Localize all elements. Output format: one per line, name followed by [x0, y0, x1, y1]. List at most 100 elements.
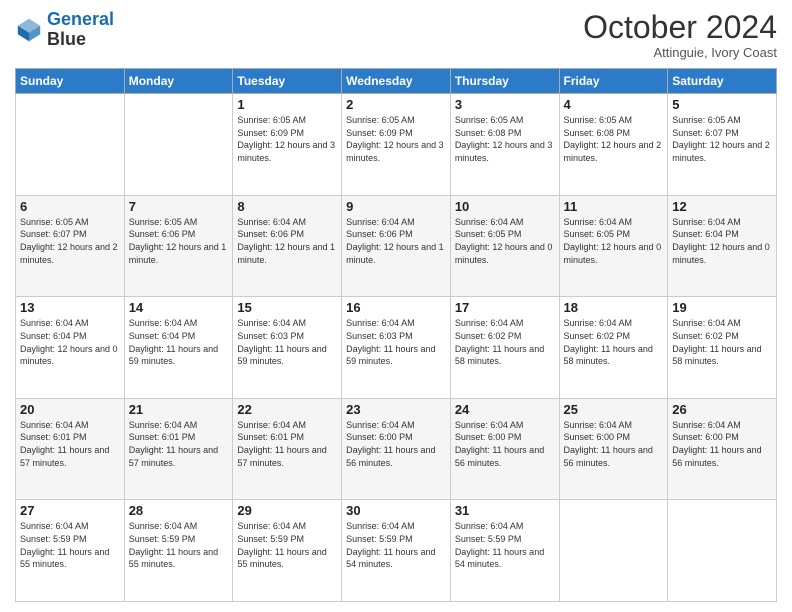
day-info: Sunrise: 6:05 AM Sunset: 6:08 PM Dayligh… — [564, 114, 664, 164]
day-info: Sunrise: 6:04 AM Sunset: 6:06 PM Dayligh… — [237, 216, 337, 266]
page: General Blue October 2024 Attinguie, Ivo… — [0, 0, 792, 612]
day-number: 18 — [564, 300, 664, 315]
day-info: Sunrise: 6:04 AM Sunset: 6:02 PM Dayligh… — [564, 317, 664, 367]
calendar-cell-w1-d4: 2 Sunrise: 6:05 AM Sunset: 6:09 PM Daylig… — [342, 94, 451, 196]
day-info: Sunrise: 6:04 AM Sunset: 5:59 PM Dayligh… — [237, 520, 337, 570]
day-number: 12 — [672, 199, 772, 214]
logo-icon — [15, 16, 43, 44]
week-row-2: 6 Sunrise: 6:05 AM Sunset: 6:07 PM Daylig… — [16, 195, 777, 297]
logo: General Blue — [15, 10, 114, 50]
day-number: 13 — [20, 300, 120, 315]
calendar-cell-w4-d7: 26Sunrise: 6:04 AM Sunset: 6:00 PM Dayli… — [668, 398, 777, 500]
day-info: Sunrise: 6:04 AM Sunset: 6:06 PM Dayligh… — [346, 216, 446, 266]
logo-text: General Blue — [47, 10, 114, 50]
day-number: 10 — [455, 199, 555, 214]
day-info: Sunrise: 6:04 AM Sunset: 6:03 PM Dayligh… — [346, 317, 446, 367]
day-info: Sunrise: 6:04 AM Sunset: 5:59 PM Dayligh… — [129, 520, 229, 570]
calendar-table: Sunday Monday Tuesday Wednesday Thursday… — [15, 68, 777, 602]
logo-line2: Blue — [47, 30, 114, 50]
day-info: Sunrise: 6:05 AM Sunset: 6:08 PM Dayligh… — [455, 114, 555, 164]
day-number: 15 — [237, 300, 337, 315]
calendar-cell-w3-d4: 16 Sunrise: 6:04 AM Sunset: 6:03 PM Dayli… — [342, 297, 451, 399]
calendar-cell-w1-d6: 4 Sunrise: 6:05 AM Sunset: 6:08 PM Daylig… — [559, 94, 668, 196]
day-number: 7 — [129, 199, 229, 214]
day-info: Sunrise: 6:05 AM Sunset: 6:09 PM Dayligh… — [237, 114, 337, 164]
calendar-cell-w2-d5: 10Sunrise: 6:04 AM Sunset: 6:05 PM Dayli… — [450, 195, 559, 297]
header: General Blue October 2024 Attinguie, Ivo… — [15, 10, 777, 60]
day-info: Sunrise: 6:04 AM Sunset: 6:01 PM Dayligh… — [129, 419, 229, 469]
th-thursday: Thursday — [450, 69, 559, 94]
day-number: 20 — [20, 402, 120, 417]
calendar-cell-w5-d1: 27Sunrise: 6:04 AM Sunset: 5:59 PM Dayli… — [16, 500, 125, 602]
day-number: 27 — [20, 503, 120, 518]
calendar-cell-w2-d4: 9 Sunrise: 6:04 AM Sunset: 6:06 PM Daylig… — [342, 195, 451, 297]
calendar-cell-w4-d4: 23 Sunrise: 6:04 AM Sunset: 6:00 PM Dayli… — [342, 398, 451, 500]
day-number: 28 — [129, 503, 229, 518]
weekday-header-row: Sunday Monday Tuesday Wednesday Thursday… — [16, 69, 777, 94]
day-info: Sunrise: 6:04 AM Sunset: 5:59 PM Dayligh… — [346, 520, 446, 570]
day-number: 16 — [346, 300, 446, 315]
day-number: 6 — [20, 199, 120, 214]
day-info: Sunrise: 6:04 AM Sunset: 6:02 PM Dayligh… — [672, 317, 772, 367]
day-number: 9 — [346, 199, 446, 214]
day-number: 21 — [129, 402, 229, 417]
day-info: Sunrise: 6:04 AM Sunset: 6:04 PM Dayligh… — [672, 216, 772, 266]
week-row-3: 13 Sunrise: 6:04 AM Sunset: 6:04 PM Dayli… — [16, 297, 777, 399]
day-number: 5 — [672, 97, 772, 112]
calendar-cell-w2-d3: 8Sunrise: 6:04 AM Sunset: 6:06 PM Daylig… — [233, 195, 342, 297]
day-info: Sunrise: 6:04 AM Sunset: 6:01 PM Dayligh… — [237, 419, 337, 469]
calendar-cell-w5-d2: 28 Sunrise: 6:04 AM Sunset: 5:59 PM Dayli… — [124, 500, 233, 602]
day-number: 29 — [237, 503, 337, 518]
calendar-cell-w1-d5: 3 Sunrise: 6:05 AM Sunset: 6:08 PM Daylig… — [450, 94, 559, 196]
day-info: Sunrise: 6:04 AM Sunset: 5:59 PM Dayligh… — [455, 520, 555, 570]
day-number: 4 — [564, 97, 664, 112]
calendar-cell-w2-d7: 12 Sunrise: 6:04 AM Sunset: 6:04 PM Dayli… — [668, 195, 777, 297]
calendar-cell-w4-d6: 25 Sunrise: 6:04 AM Sunset: 6:00 PM Dayli… — [559, 398, 668, 500]
th-monday: Monday — [124, 69, 233, 94]
calendar-cell-w5-d5: 31Sunrise: 6:04 AM Sunset: 5:59 PM Dayli… — [450, 500, 559, 602]
day-number: 2 — [346, 97, 446, 112]
calendar-cell-w2-d6: 11 Sunrise: 6:04 AM Sunset: 6:05 PM Dayli… — [559, 195, 668, 297]
day-number: 23 — [346, 402, 446, 417]
calendar-cell-w2-d2: 7 Sunrise: 6:05 AM Sunset: 6:06 PM Daylig… — [124, 195, 233, 297]
day-number: 25 — [564, 402, 664, 417]
day-number: 22 — [237, 402, 337, 417]
calendar-cell-w3-d2: 14 Sunrise: 6:04 AM Sunset: 6:04 PM Dayli… — [124, 297, 233, 399]
th-saturday: Saturday — [668, 69, 777, 94]
day-number: 19 — [672, 300, 772, 315]
day-number: 3 — [455, 97, 555, 112]
day-info: Sunrise: 6:04 AM Sunset: 6:05 PM Dayligh… — [564, 216, 664, 266]
day-number: 17 — [455, 300, 555, 315]
calendar-cell-w3-d5: 17 Sunrise: 6:04 AM Sunset: 6:02 PM Dayli… — [450, 297, 559, 399]
day-info: Sunrise: 6:05 AM Sunset: 6:09 PM Dayligh… — [346, 114, 446, 164]
day-info: Sunrise: 6:05 AM Sunset: 6:06 PM Dayligh… — [129, 216, 229, 266]
calendar-cell-w1-d1 — [16, 94, 125, 196]
calendar-cell-w4-d1: 20Sunrise: 6:04 AM Sunset: 6:01 PM Dayli… — [16, 398, 125, 500]
calendar-cell-w4-d2: 21 Sunrise: 6:04 AM Sunset: 6:01 PM Dayli… — [124, 398, 233, 500]
week-row-1: 1 Sunrise: 6:05 AM Sunset: 6:09 PM Daylig… — [16, 94, 777, 196]
th-sunday: Sunday — [16, 69, 125, 94]
day-number: 1 — [237, 97, 337, 112]
calendar-cell-w5-d4: 30Sunrise: 6:04 AM Sunset: 5:59 PM Dayli… — [342, 500, 451, 602]
week-row-5: 27 Sunrise: 6:04 AM Sunset: 5:59 PM Dayli… — [16, 500, 777, 602]
th-tuesday: Tuesday — [233, 69, 342, 94]
day-info: Sunrise: 6:04 AM Sunset: 6:00 PM Dayligh… — [346, 419, 446, 469]
calendar-cell-w1-d2 — [124, 94, 233, 196]
day-info: Sunrise: 6:04 AM Sunset: 6:00 PM Dayligh… — [672, 419, 772, 469]
calendar-cell-w4-d5: 24Sunrise: 6:04 AM Sunset: 6:00 PM Dayli… — [450, 398, 559, 500]
calendar-cell-w2-d1: 6 Sunrise: 6:05 AM Sunset: 6:07 PM Daylig… — [16, 195, 125, 297]
day-info: Sunrise: 6:04 AM Sunset: 6:03 PM Dayligh… — [237, 317, 337, 367]
day-info: Sunrise: 6:04 AM Sunset: 6:00 PM Dayligh… — [564, 419, 664, 469]
calendar-cell-w1-d7: 5Sunrise: 6:05 AM Sunset: 6:07 PM Daylig… — [668, 94, 777, 196]
week-row-4: 20 Sunrise: 6:04 AM Sunset: 6:01 PM Dayli… — [16, 398, 777, 500]
day-number: 14 — [129, 300, 229, 315]
th-wednesday: Wednesday — [342, 69, 451, 94]
calendar-cell-w3-d1: 13Sunrise: 6:04 AM Sunset: 6:04 PM Dayli… — [16, 297, 125, 399]
day-info: Sunrise: 6:05 AM Sunset: 6:07 PM Dayligh… — [20, 216, 120, 266]
th-friday: Friday — [559, 69, 668, 94]
day-info: Sunrise: 6:04 AM Sunset: 6:02 PM Dayligh… — [455, 317, 555, 367]
day-info: Sunrise: 6:04 AM Sunset: 6:04 PM Dayligh… — [129, 317, 229, 367]
calendar-cell-w5-d3: 29 Sunrise: 6:04 AM Sunset: 5:59 PM Dayli… — [233, 500, 342, 602]
day-number: 11 — [564, 199, 664, 214]
calendar-cell-w5-d7 — [668, 500, 777, 602]
